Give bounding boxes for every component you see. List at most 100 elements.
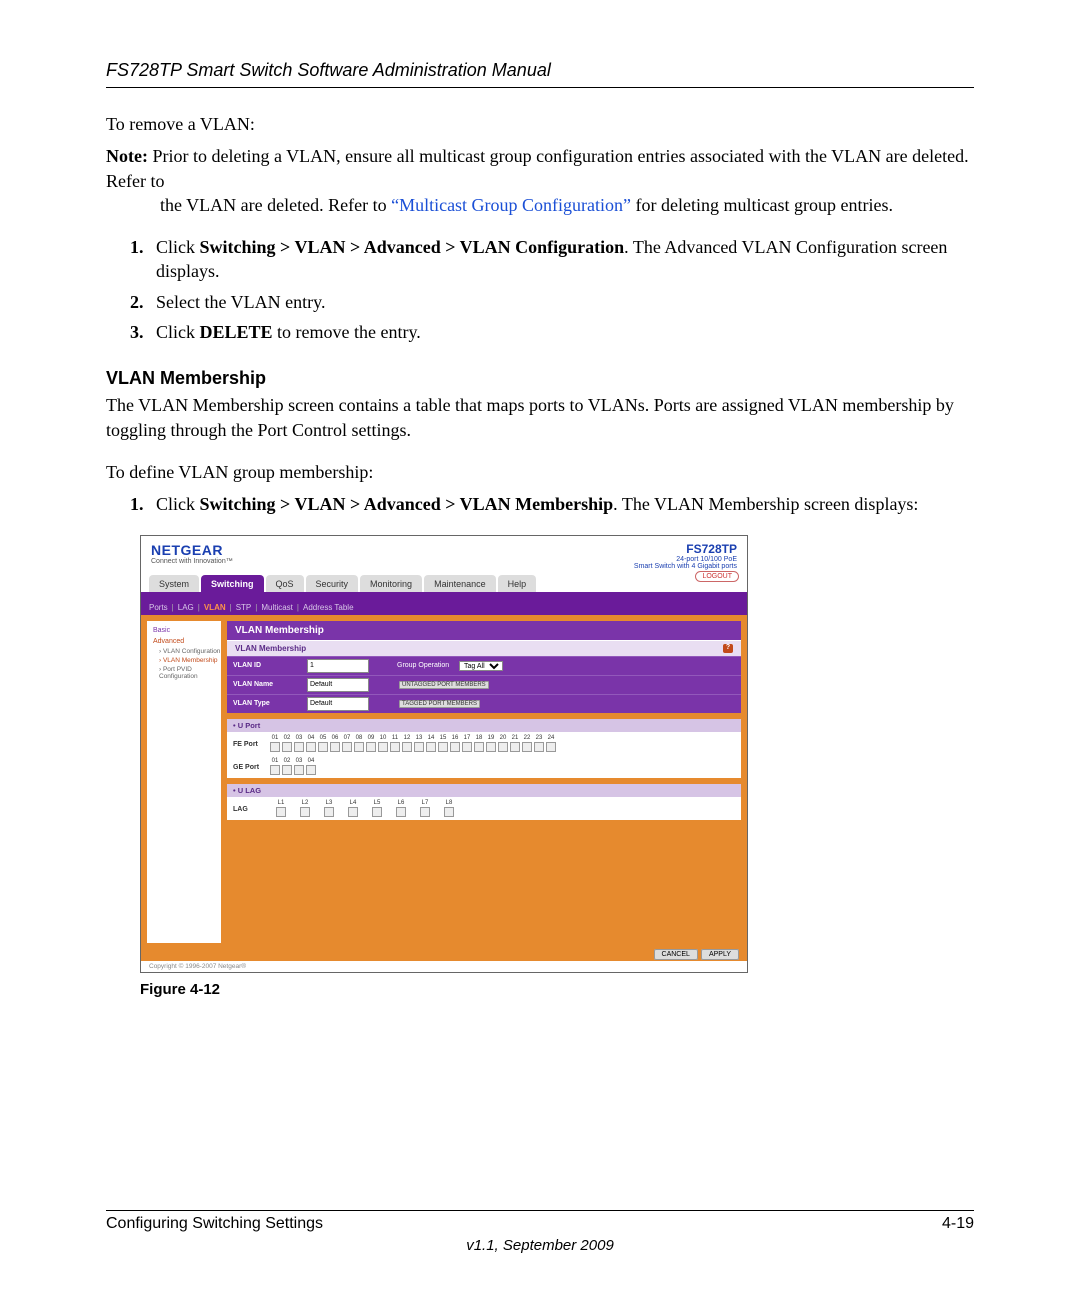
port-toggle[interactable] — [522, 742, 532, 752]
tab-security[interactable]: Security — [306, 575, 359, 592]
port-cell[interactable]: 05 — [317, 735, 329, 752]
port-section-header[interactable]: • U Port — [227, 719, 741, 732]
tab-switching[interactable]: Switching — [201, 575, 264, 592]
port-cell[interactable]: 03 — [293, 735, 305, 752]
port-toggle[interactable] — [378, 742, 388, 752]
port-cell[interactable]: L8 — [437, 800, 461, 817]
port-section-header[interactable]: • U LAG — [227, 784, 741, 797]
subtab-lag[interactable]: LAG — [178, 603, 194, 612]
subtab-vlan[interactable]: VLAN — [204, 603, 226, 612]
port-cell[interactable]: 15 — [437, 735, 449, 752]
port-toggle[interactable] — [282, 765, 292, 775]
port-toggle[interactable] — [354, 742, 364, 752]
port-toggle[interactable] — [348, 807, 358, 817]
port-cell[interactable]: 11 — [389, 735, 401, 752]
port-cell[interactable]: 04 — [305, 758, 317, 775]
port-cell[interactable]: L2 — [293, 800, 317, 817]
port-toggle[interactable] — [366, 742, 376, 752]
port-members-button[interactable]: TAGGED PORT MEMBERS — [399, 700, 480, 708]
port-cell[interactable]: 08 — [353, 735, 365, 752]
note-link[interactable]: “Multicast Group Configuration” — [391, 195, 631, 215]
port-toggle[interactable] — [390, 742, 400, 752]
port-cell[interactable]: 12 — [401, 735, 413, 752]
port-toggle[interactable] — [294, 765, 304, 775]
port-toggle[interactable] — [318, 742, 328, 752]
port-toggle[interactable] — [534, 742, 544, 752]
sidebar-item-vlan-configuration[interactable]: › VLAN Configuration — [147, 647, 221, 656]
port-toggle[interactable] — [330, 742, 340, 752]
port-cell[interactable]: 24 — [545, 735, 557, 752]
port-toggle[interactable] — [270, 765, 280, 775]
port-toggle[interactable] — [396, 807, 406, 817]
port-cell[interactable]: 04 — [305, 735, 317, 752]
port-cell[interactable]: 20 — [497, 735, 509, 752]
port-cell[interactable]: L6 — [389, 800, 413, 817]
port-cell[interactable]: 02 — [281, 735, 293, 752]
config-input[interactable] — [307, 659, 369, 673]
port-cell[interactable]: L3 — [317, 800, 341, 817]
port-toggle[interactable] — [372, 807, 382, 817]
port-cell[interactable]: 07 — [341, 735, 353, 752]
port-toggle[interactable] — [276, 807, 286, 817]
port-toggle[interactable] — [450, 742, 460, 752]
port-cell[interactable]: L4 — [341, 800, 365, 817]
port-cell[interactable]: L7 — [413, 800, 437, 817]
port-cell[interactable]: 01 — [269, 735, 281, 752]
port-toggle[interactable] — [498, 742, 508, 752]
port-toggle[interactable] — [306, 765, 316, 775]
tab-system[interactable]: System — [149, 575, 199, 592]
tab-maintenance[interactable]: Maintenance — [424, 575, 496, 592]
subtab-address-table[interactable]: Address Table — [303, 603, 354, 612]
config-input[interactable] — [307, 697, 369, 711]
port-toggle[interactable] — [486, 742, 496, 752]
group-operation-select[interactable]: Tag All — [459, 661, 503, 671]
sidebar-basic[interactable]: Basic — [147, 625, 221, 636]
port-toggle[interactable] — [414, 742, 424, 752]
port-cell[interactable]: 03 — [293, 758, 305, 775]
port-cell[interactable]: 06 — [329, 735, 341, 752]
port-toggle[interactable] — [402, 742, 412, 752]
port-cell[interactable]: 01 — [269, 758, 281, 775]
port-toggle[interactable] — [300, 807, 310, 817]
port-cell[interactable]: 13 — [413, 735, 425, 752]
tab-help[interactable]: Help — [498, 575, 537, 592]
port-cell[interactable]: 23 — [533, 735, 545, 752]
port-toggle[interactable] — [420, 807, 430, 817]
port-toggle[interactable] — [510, 742, 520, 752]
port-toggle[interactable] — [282, 742, 292, 752]
port-toggle[interactable] — [342, 742, 352, 752]
subtab-multicast[interactable]: Multicast — [261, 603, 293, 612]
port-toggle[interactable] — [474, 742, 484, 752]
sidebar-item-port-pvid-configuration[interactable]: › Port PVID Configuration — [147, 665, 221, 681]
port-toggle[interactable] — [294, 742, 304, 752]
port-cell[interactable]: L1 — [269, 800, 293, 817]
port-cell[interactable]: 02 — [281, 758, 293, 775]
sidebar-item-vlan-membership[interactable]: › VLAN Membership — [147, 656, 221, 665]
tab-qos[interactable]: QoS — [266, 575, 304, 592]
port-toggle[interactable] — [306, 742, 316, 752]
port-cell[interactable]: 21 — [509, 735, 521, 752]
port-toggle[interactable] — [270, 742, 280, 752]
subtab-stp[interactable]: STP — [236, 603, 252, 612]
help-icon[interactable]: ? — [723, 644, 733, 653]
port-cell[interactable]: 10 — [377, 735, 389, 752]
sidebar-advanced[interactable]: Advanced — [147, 636, 221, 647]
cancel-button[interactable]: CANCEL — [654, 949, 698, 960]
port-cell[interactable]: 14 — [425, 735, 437, 752]
port-cell[interactable]: 19 — [485, 735, 497, 752]
logout-button[interactable]: LOGOUT — [695, 571, 739, 582]
port-toggle[interactable] — [438, 742, 448, 752]
tab-monitoring[interactable]: Monitoring — [360, 575, 422, 592]
port-cell[interactable]: 17 — [461, 735, 473, 752]
port-toggle[interactable] — [324, 807, 334, 817]
port-cell[interactable]: 09 — [365, 735, 377, 752]
subtab-ports[interactable]: Ports — [149, 603, 168, 612]
port-members-button[interactable]: UNTAGGED PORT MEMBERS — [399, 681, 489, 689]
config-input[interactable] — [307, 678, 369, 692]
port-toggle[interactable] — [426, 742, 436, 752]
apply-button[interactable]: APPLY — [701, 949, 739, 960]
port-cell[interactable]: 22 — [521, 735, 533, 752]
port-cell[interactable]: 16 — [449, 735, 461, 752]
port-toggle[interactable] — [444, 807, 454, 817]
port-toggle[interactable] — [462, 742, 472, 752]
